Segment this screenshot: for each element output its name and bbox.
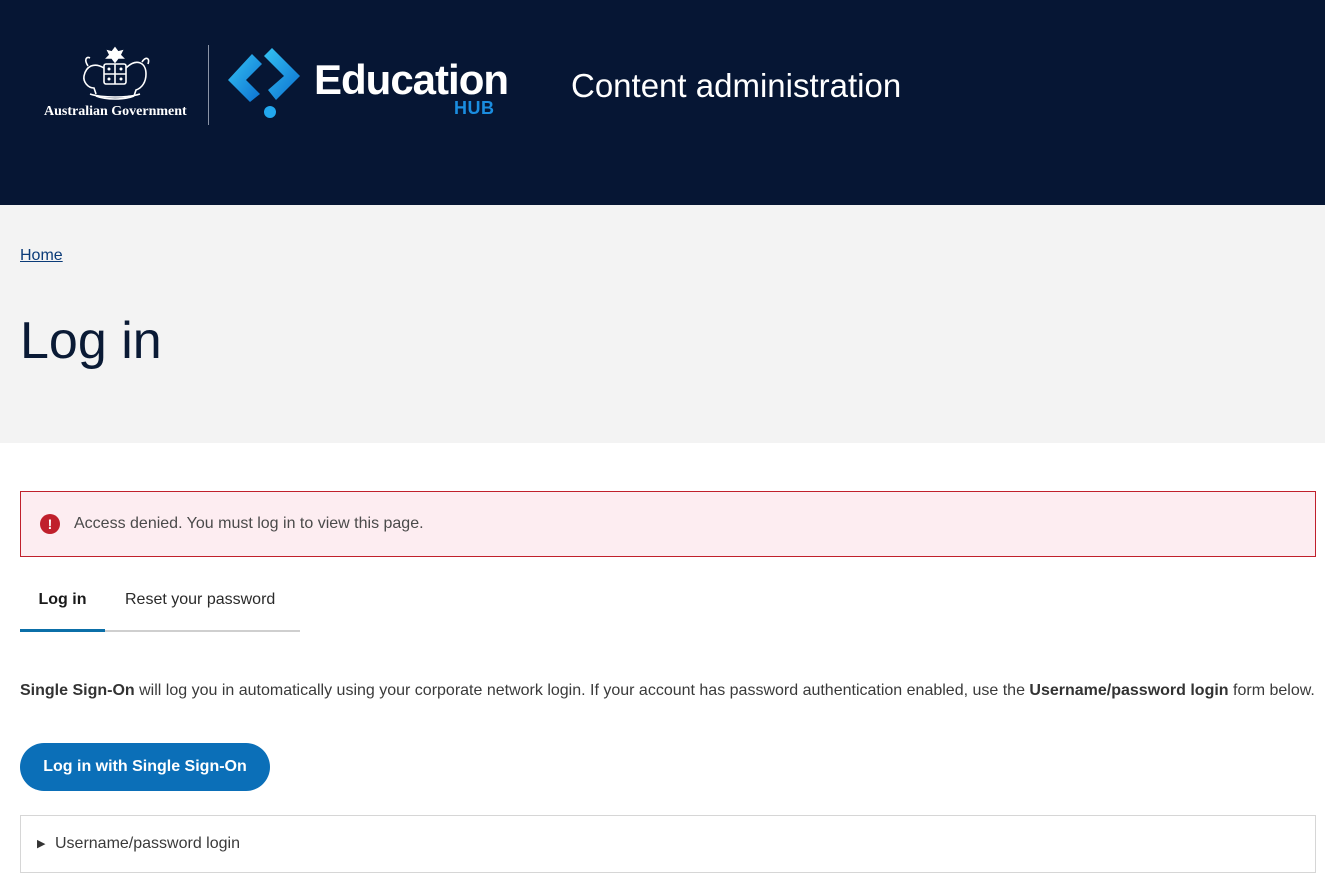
password-login-disclosure[interactable]: ▶ Username/password login	[20, 815, 1316, 873]
page-title: Log in	[20, 312, 162, 370]
breadcrumb-home-link[interactable]: Home	[20, 247, 63, 265]
education-brand-word: Education	[314, 56, 509, 103]
tab-log-in[interactable]: Log in	[20, 578, 105, 632]
intro-text-part-1: will log you in automatically using your…	[134, 682, 1030, 699]
australian-government-text: Australian Government	[44, 104, 187, 119]
australian-government-logo[interactable]: Australian Government	[40, 44, 190, 124]
tab-reset-password[interactable]: Reset your password	[125, 578, 275, 632]
login-tabs: Log in Reset your password	[20, 578, 300, 632]
error-icon: !	[40, 514, 60, 534]
sso-login-button[interactable]: Log in with Single Sign-On	[20, 743, 270, 791]
alert-message: Access denied. You must log in to view t…	[74, 515, 424, 532]
sso-intro-text: Single Sign-On will log you in automatic…	[20, 679, 1316, 703]
intro-text-part-2: form below.	[1228, 682, 1315, 699]
triangle-right-icon: ▶	[37, 838, 46, 850]
page-hero: Home Log in	[0, 205, 1325, 443]
site-header: Australian Government Education HUB Cont…	[0, 0, 1325, 205]
sso-term: Single Sign-On	[20, 682, 135, 699]
site-title: Content administration	[571, 67, 902, 104]
password-login-label: Username/password login	[55, 835, 240, 852]
form-term: Username/password login	[1029, 682, 1229, 699]
hub-brand-word: HUB	[454, 98, 495, 118]
logo-divider	[208, 45, 209, 125]
education-hub-logo-icon[interactable]	[224, 46, 304, 120]
coat-of-arms-icon	[83, 46, 150, 100]
access-denied-alert: ! Access denied. You must log in to view…	[20, 491, 1316, 557]
